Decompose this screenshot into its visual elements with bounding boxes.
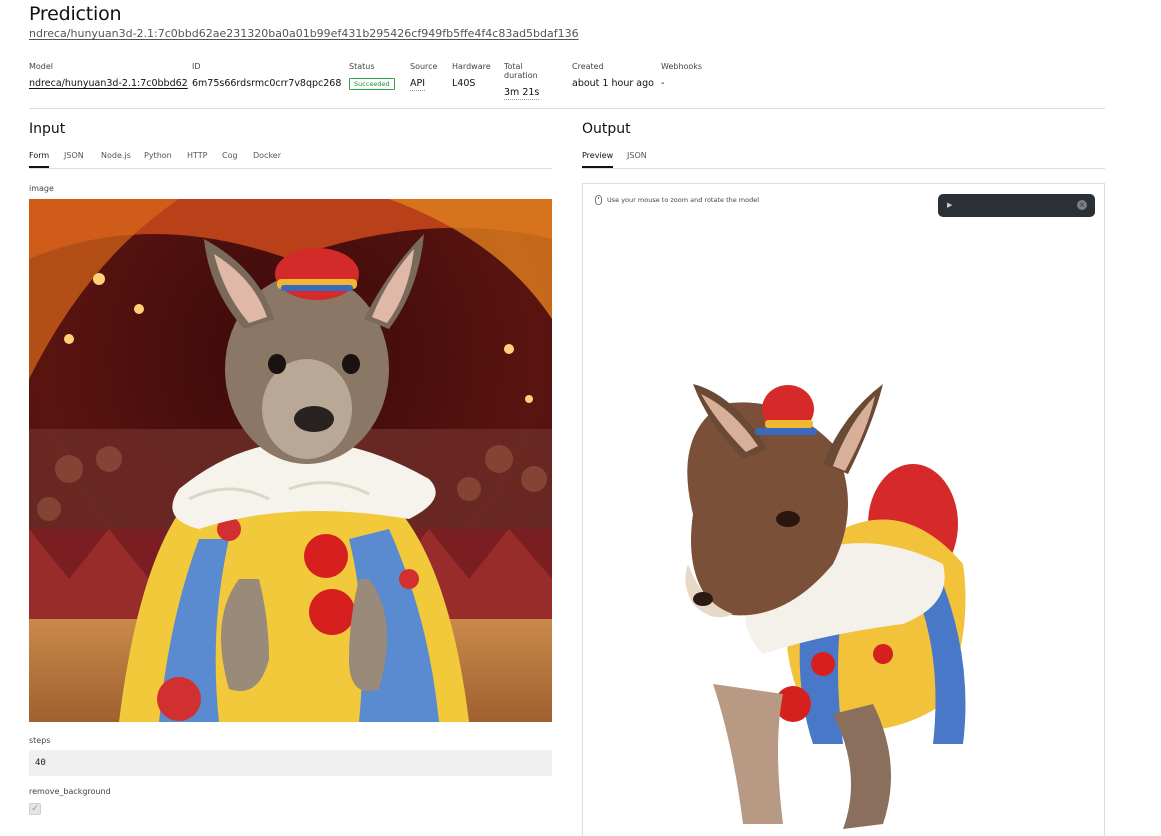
tab-preview[interactable]: Preview <box>582 151 614 168</box>
meta-duration: Total duration 3m 21s <box>504 62 540 100</box>
meta-id: ID 6m75s66rdsrmc0crr7v8qpc268 <box>192 62 341 89</box>
meta-model-label: Model <box>29 62 54 71</box>
model-viewer[interactable]: Use your mouse to zoom and rotate the mo… <box>582 183 1105 836</box>
status-badge: Succeeded <box>349 78 395 90</box>
meta-webhooks-value: - <box>661 78 665 89</box>
input-title: Input <box>29 121 66 137</box>
image-label: image <box>29 184 54 193</box>
kangaroo-clown-photo <box>29 199 552 722</box>
meta-created: Created about 1 hour ago <box>572 62 654 89</box>
meta-created-label: Created <box>572 62 604 71</box>
page-title: Prediction <box>29 3 122 25</box>
remove-background-label: remove_background <box>29 787 111 796</box>
tab-docker[interactable]: Docker <box>253 151 281 166</box>
tab-form[interactable]: Form <box>29 151 50 168</box>
tab-json[interactable]: JSON <box>64 151 84 166</box>
kangaroo-3d-model <box>685 384 966 829</box>
meta-model-link[interactable]: ndreca/hunyuan3d-2.1:7c0bbd62 <box>29 78 188 89</box>
tab-python[interactable]: Python <box>144 151 172 166</box>
output-tabs: Preview JSON <box>582 151 1105 169</box>
input-image[interactable] <box>29 199 552 722</box>
meta-webhooks: Webhooks - <box>661 62 702 89</box>
meta-hardware-label: Hardware <box>452 62 491 71</box>
tab-nodejs[interactable]: Node.js <box>101 151 131 166</box>
remove-background-checkbox[interactable]: ✓ <box>29 803 41 815</box>
meta-source-value: API <box>410 78 426 91</box>
version-link[interactable]: ndreca/hunyuan3d-2.1:7c0bbd62ae231320ba0… <box>29 27 579 40</box>
input-tabs: Form JSON Node.js Python HTTP Cog Docker <box>29 151 552 169</box>
meta-id-value: 6m75s66rdsrmc0crr7v8qpc268 <box>192 78 342 89</box>
meta-webhooks-label: Webhooks <box>661 62 703 71</box>
tab-cog[interactable]: Cog <box>222 151 238 166</box>
meta-status-label: Status <box>349 62 375 71</box>
meta-status: Status Succeeded <box>349 62 395 90</box>
meta-duration-label: Total duration <box>504 62 538 80</box>
meta-source-label: Source <box>410 62 438 71</box>
meta-hardware-value: L40S <box>452 78 476 89</box>
meta-source: Source API <box>410 62 437 91</box>
header-divider <box>29 108 1105 109</box>
meta-duration-value: 3m 21s <box>504 87 540 100</box>
meta-id-label: ID <box>192 62 201 71</box>
output-title: Output <box>582 121 631 137</box>
steps-label: steps <box>29 736 51 745</box>
steps-input[interactable]: 40 <box>29 750 552 776</box>
meta-created-value: about 1 hour ago <box>572 78 654 89</box>
meta-model: Model ndreca/hunyuan3d-2.1:7c0bbd62 <box>29 62 188 89</box>
meta-hardware: Hardware L40S <box>452 62 491 89</box>
tab-output-json[interactable]: JSON <box>627 151 647 166</box>
tab-http[interactable]: HTTP <box>187 151 207 166</box>
